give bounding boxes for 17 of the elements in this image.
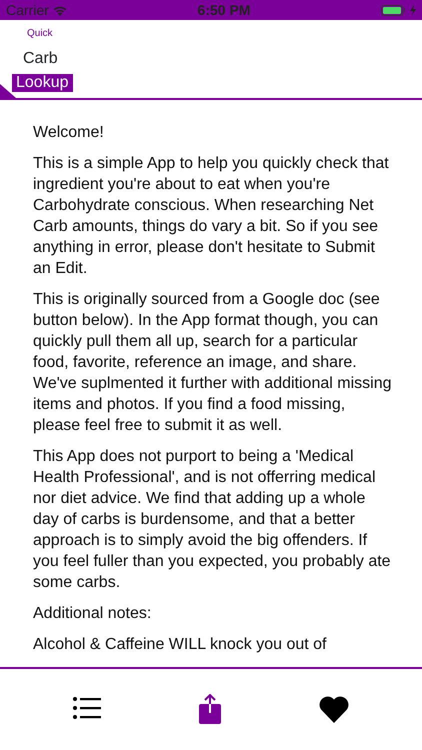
tab-share-icon[interactable]: [198, 694, 222, 724]
carrier-text: Carrier: [6, 0, 49, 20]
logo-label: Lookup: [12, 74, 72, 92]
paragraph: This App does not purport to being a 'Medical Health Professional', and is not offerring medical nor diet advice. We find that adding up a whole day of carbs is burdensome, and that a better approach is to simply avoid the big offenders. If you feel fuller than you expected, you probably ate some carbs.: [33, 447, 392, 593]
tab-list-icon[interactable]: [72, 696, 101, 721]
paragraph: This is originally sourced from a Google doc (see button below). In the App format though, you can quickly pull them all up, search for a particular food, favorite, reference an image, and share. We've suplmented it further with additional missing items and photos. If you find a food missing, please feel free to submit it as well.: [33, 290, 392, 436]
logo-text: Carb: [23, 49, 58, 69]
clock-time: 6:50 PM: [197, 0, 250, 20]
logo-text: Quick: [27, 27, 53, 41]
battery-icon: [380, 4, 406, 16]
paragraph: Welcome!: [33, 123, 105, 143]
wifi-icon: [52, 4, 67, 16]
paragraph: This is a simple App to help you quickly check that ingredient you're about to eat when you're Carbohydrate conscious. When researching Net Carb amounts, things do vary a bit. So if you see anything in error, please don't hesitate to Submit an Edit.: [33, 154, 390, 279]
charging-bolt-icon: [410, 5, 416, 15]
paragraph: Alcohol & Caffeine WILL knock you out of: [33, 635, 328, 655]
tab-heart-icon[interactable]: [319, 694, 350, 722]
paragraph: Additional notes:: [33, 604, 152, 624]
